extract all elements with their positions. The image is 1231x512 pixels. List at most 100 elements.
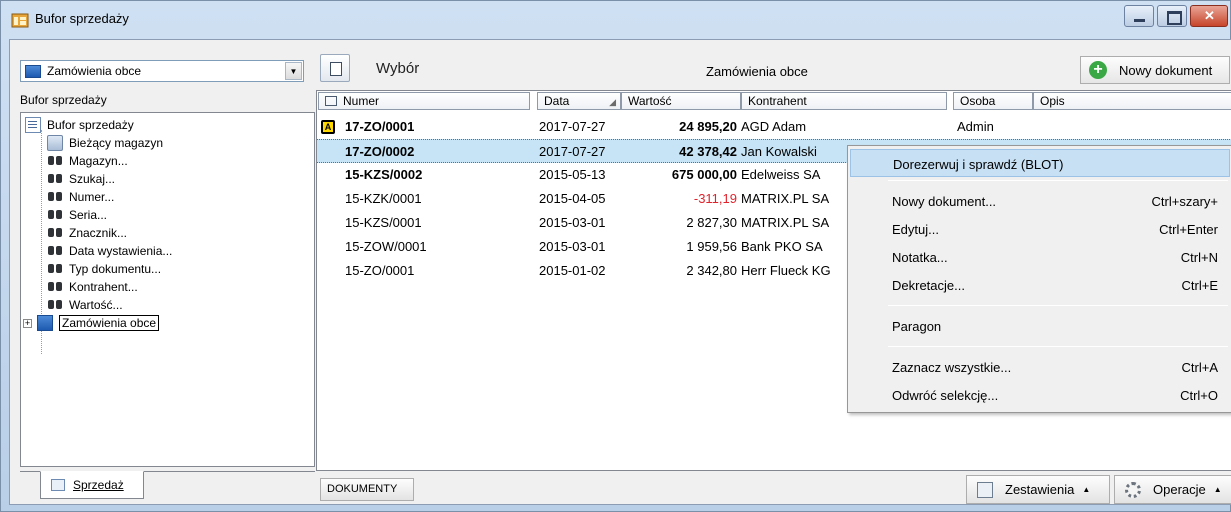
menu-item-label: Dekretacje... — [892, 278, 965, 293]
column-label: Kontrahent — [748, 94, 807, 108]
operacje-button[interactable]: Operacje ▲ — [1114, 475, 1231, 504]
tree-item-label: Typ dokumentu... — [69, 262, 162, 276]
menu-item-shortcut: Ctrl+A — [1181, 360, 1218, 375]
select-all-checkbox[interactable] — [325, 96, 337, 106]
cell-wartosc: 2 827,30 — [686, 215, 737, 230]
tree-item-label: Numer... — [69, 190, 115, 204]
binoculars-icon — [47, 189, 63, 205]
tree-item-biezacy-magazyn[interactable]: Bieżący magazyn — [47, 134, 163, 152]
menu-item-edytuj[interactable]: Edytuj... Ctrl+Enter — [850, 215, 1230, 243]
menu-item-dekretacje[interactable]: Dekretacje... Ctrl+E — [850, 271, 1230, 299]
menu-item-label: Dorezerwuj i sprawdź (BLOT) — [893, 157, 1064, 172]
gear-icon — [1125, 481, 1141, 498]
menu-item-shortcut: Ctrl+N — [1180, 250, 1218, 265]
cell-kontrahent: MATRIX.PL SA — [741, 191, 830, 206]
expand-icon[interactable]: + — [23, 318, 32, 328]
binoculars-icon — [47, 207, 63, 223]
cell-wartosc: 24 895,20 — [679, 119, 737, 134]
table-row[interactable]: A 17-ZO/0001 2017-07-27 24 895,20 AGD Ad… — [317, 115, 1231, 139]
menu-item-dorezerwuj[interactable]: Dorezerwuj i sprawdź (BLOT) — [850, 149, 1230, 177]
minimize-button[interactable] — [1124, 5, 1154, 27]
menu-item-shortcut: Ctrl+O — [1180, 388, 1218, 403]
menu-item-shortcut: Ctrl+Enter — [1159, 222, 1218, 237]
menu-item-notatka[interactable]: Notatka... Ctrl+N — [850, 243, 1230, 271]
filter-tree: Bufor sprzedaży Bieżący magazyn Magazyn.… — [20, 112, 315, 467]
cell-numer: 15-ZO/0001 — [345, 263, 415, 278]
selection-icon[interactable] — [320, 54, 350, 82]
column-label: Osoba — [960, 94, 996, 108]
caret-up-icon: ▲ — [1213, 485, 1222, 494]
cell-kontrahent: Herr Flueck KG — [741, 263, 831, 278]
binoculars-icon — [47, 261, 63, 277]
view-select[interactable]: Zamówienia obce ▼ — [20, 60, 304, 82]
tree-item-label: Seria... — [69, 208, 108, 222]
tree-root-label: Bufor sprzedaży — [47, 118, 134, 132]
tree-item-zamowienia-obce[interactable]: + Zamówienia obce — [23, 314, 160, 332]
cell-kontrahent: AGD Adam — [741, 119, 807, 134]
tree-item-magazyn[interactable]: Magazyn... — [47, 152, 128, 170]
menu-item-nowy-dokument[interactable]: Nowy dokument... Ctrl+szary+ — [850, 187, 1230, 215]
menu-item-paragon[interactable]: Paragon — [850, 312, 1230, 340]
cell-numer: 15-ZOW/0001 — [345, 239, 427, 254]
maximize-button[interactable] — [1157, 5, 1187, 27]
menu-item-shortcut: Ctrl+szary+ — [1151, 194, 1218, 209]
menu-item-label: Odwróć selekcję... — [892, 388, 999, 403]
bottom-bar: DOKUMENTY Zestawienia ▲ Operacje ▲ — [316, 471, 1231, 506]
cell-data: 2015-04-05 — [539, 191, 606, 206]
column-label: Wartość — [628, 94, 672, 108]
document-list-icon — [37, 315, 53, 331]
tree-item-data-wystawienia[interactable]: Data wystawienia... — [47, 242, 172, 260]
tree-item-wartosc[interactable]: Wartość... — [47, 296, 123, 314]
tab-sprzedaz[interactable]: Sprzedaż — [40, 471, 144, 499]
context-menu: Dorezerwuj i sprawdź (BLOT) Nowy dokumen… — [847, 145, 1231, 413]
tree-item-szukaj[interactable]: Szukaj... — [47, 170, 115, 188]
tab-strip: Sprzedaż — [20, 471, 315, 505]
column-label: Numer — [343, 94, 380, 108]
binoculars-icon — [47, 171, 63, 187]
tree-item-label: Zamówienia obce — [59, 315, 160, 331]
operacje-label: Operacje — [1153, 482, 1206, 497]
toolbar: Wybór Zamówienia obce + Nowy dokument — [316, 40, 1231, 90]
cell-osoba: Admin — [957, 119, 994, 134]
menu-item-label: Notatka... — [892, 250, 948, 265]
dokumenty-button[interactable]: DOKUMENTY — [320, 478, 414, 501]
column-header-wartosc[interactable]: Wartość — [621, 92, 741, 110]
menu-separator — [888, 305, 1228, 306]
column-header-numer[interactable]: Numer — [318, 92, 530, 110]
tree-item-label: Bieżący magazyn — [69, 136, 164, 150]
tree-item-numer[interactable]: Numer... — [47, 188, 114, 206]
binoculars-icon — [47, 297, 63, 313]
cell-kontrahent: Edelweiss SA — [741, 167, 821, 182]
tree-item-kontrahent[interactable]: Kontrahent... — [47, 278, 138, 296]
cell-data: 2015-05-13 — [539, 167, 606, 182]
tree-root[interactable]: Bufor sprzedaży — [25, 116, 134, 134]
cell-wartosc: 42 378,42 — [679, 144, 737, 159]
sort-ascending-icon: ◢ — [609, 97, 616, 107]
menu-item-zaznacz-wszystkie[interactable]: Zaznacz wszystkie... Ctrl+A — [850, 353, 1230, 381]
column-label: Data — [544, 94, 570, 108]
menu-item-odwroc-selekcje[interactable]: Odwróć selekcję... Ctrl+O — [850, 381, 1230, 409]
cell-kontrahent: Jan Kowalski — [741, 144, 817, 159]
tree-item-label: Szukaj... — [69, 172, 116, 186]
window-title: Bufor sprzedaży — [35, 11, 129, 26]
tree-item-znacznik[interactable]: Znacznik... — [47, 224, 127, 242]
menu-item-label: Paragon — [892, 319, 942, 334]
column-header-opis[interactable]: Opis — [1033, 92, 1231, 110]
new-document-button[interactable]: + Nowy dokument — [1080, 56, 1230, 84]
new-document-label: Nowy dokument — [1119, 62, 1213, 78]
wybor-label: Wybór — [376, 60, 420, 77]
close-button[interactable] — [1190, 5, 1228, 27]
sales-icon — [51, 479, 65, 491]
tree-item-seria[interactable]: Seria... — [47, 206, 107, 224]
chevron-down-icon[interactable]: ▼ — [285, 62, 302, 80]
zestawienia-button[interactable]: Zestawienia ▲ — [966, 475, 1110, 504]
tree-item-label: Znacznik... — [69, 226, 128, 240]
column-header-data[interactable]: Data ◢ — [537, 92, 621, 110]
cell-kontrahent: Bank PKO SA — [741, 239, 823, 254]
column-header-kontrahent[interactable]: Kontrahent — [741, 92, 947, 110]
column-header-osoba[interactable]: Osoba — [953, 92, 1033, 110]
tree-item-typ-dokumentu[interactable]: Typ dokumentu... — [47, 260, 161, 278]
menu-item-shortcut: Ctrl+E — [1181, 278, 1218, 293]
tree-item-label: Data wystawienia... — [69, 244, 173, 258]
cell-data: 2015-03-01 — [539, 215, 606, 230]
